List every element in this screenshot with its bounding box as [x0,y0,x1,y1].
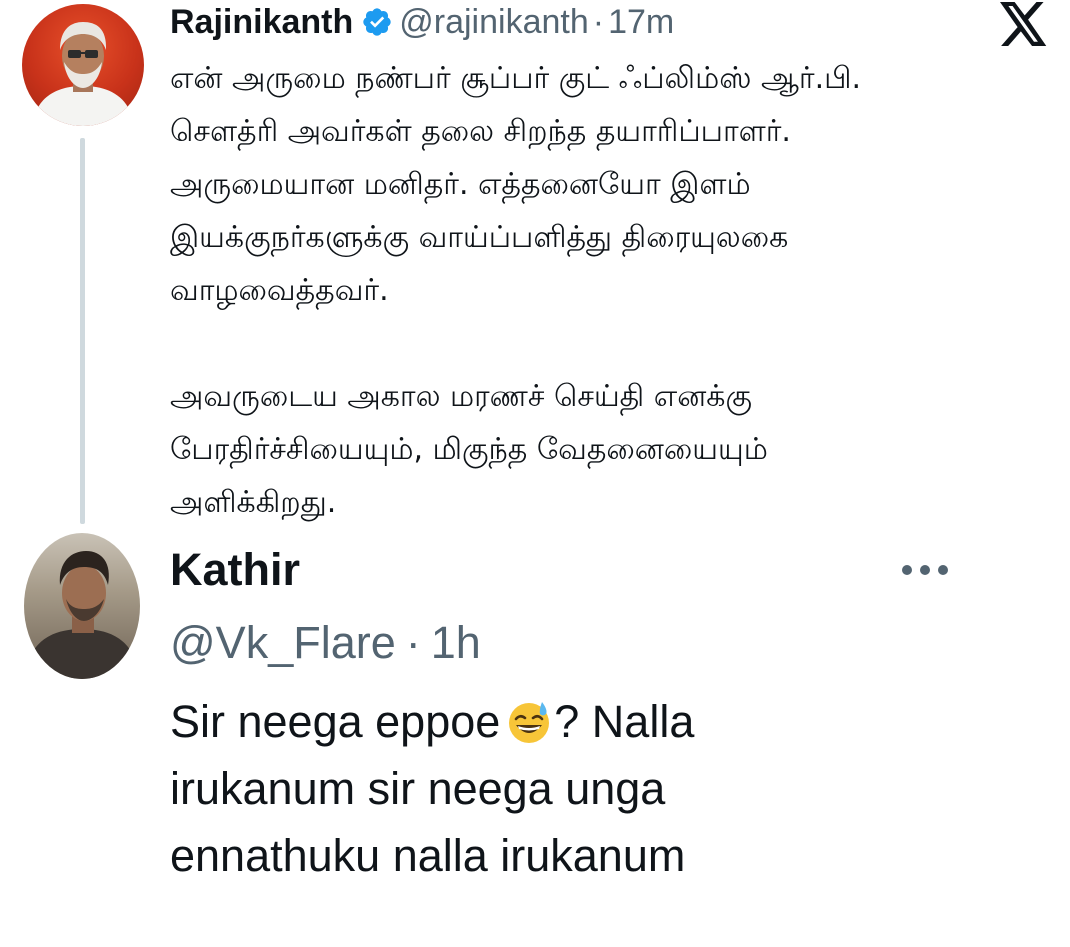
rajinikanth-avatar[interactable] [22,4,144,126]
tweet-2-text: Sir neega eppoe ? Nalla irukanum sir nee… [170,688,1010,889]
tweet-2-text-part-1: Sir neega eppoe [170,696,501,747]
more-horizontal-icon[interactable] [898,560,952,580]
tweet-2-text-part-2: ? Nalla [554,696,695,747]
tweet-1-paragraph-1: என் அருமை நண்பர் சூப்பர் குட் ஃப்லிம்ஸ் … [170,61,862,308]
separator-dot: · [405,617,421,668]
verified-badge-icon [361,6,393,38]
x-logo-icon[interactable] [1000,2,1048,46]
avatar-photo-1 [32,22,134,126]
kathir-avatar[interactable] [24,533,140,679]
author-handle[interactable]: @Vk_Flare [170,617,396,668]
avatar-photo-2 [24,551,140,679]
thread-connector-line [80,138,85,524]
author-handle[interactable]: @rajinikanth [399,3,589,42]
timestamp[interactable]: 17m [608,3,674,42]
tweet-2-line-1: Sir neega eppoe ? Nalla [170,688,1010,755]
author-name[interactable]: Kathir [170,542,300,598]
tweet-1-text: என் அருமை நண்பர் சூப்பர் குட் ஃப்லிம்ஸ் … [170,52,1030,529]
tweet-1-paragraph-2: அவருடைய அகால மரணச் செய்தி எனக்கு பேரதிர்… [170,379,768,520]
tweet-2-line-3: ennathuku nalla irukanum [170,830,686,881]
timestamp[interactable]: 1h [431,617,481,668]
separator-dot: · [592,2,605,41]
author-name[interactable]: Rajinikanth [170,3,353,42]
tweet-2-line-2: irukanum sir neega unga [170,763,666,814]
tweet-1-header: Rajinikanth @rajinikanth · 17m [170,0,674,44]
tweet-2-subheader: @Vk_Flare · 1h [170,614,481,672]
grinning-face-with-sweat-emoji-icon [506,696,552,743]
